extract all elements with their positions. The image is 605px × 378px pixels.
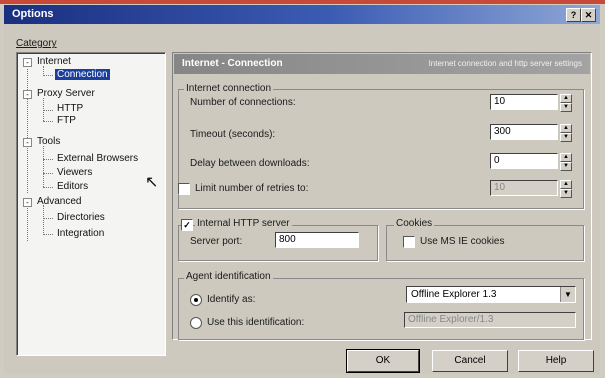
tree-collapse-icon[interactable]: - [23, 198, 32, 207]
help-button[interactable]: Help [518, 350, 594, 372]
connections-label: Number of connections: [190, 97, 296, 108]
spin-down-icon[interactable]: ▼ [560, 103, 572, 112]
tree-item-external-browsers[interactable]: External Browsers [57, 153, 138, 164]
tree-item-connection[interactable]: Connection [55, 69, 110, 80]
tree-item-editors[interactable]: Editors [57, 181, 88, 192]
category-label: Category [16, 38, 57, 49]
tree-item-proxy-server[interactable]: Proxy Server [37, 88, 95, 99]
timeout-label: Timeout (seconds): [190, 129, 276, 140]
panel-subtitle: Internet connection and http server sett… [428, 59, 582, 68]
delay-label: Delay between downloads: [190, 158, 310, 169]
tree-item-ftp[interactable]: FTP [57, 115, 76, 126]
spin-up-icon[interactable]: ▲ [560, 153, 572, 162]
limit-retries-label: Limit number of retries to: [195, 183, 309, 194]
spin-down-icon[interactable]: ▼ [560, 189, 572, 198]
spin-up-icon[interactable]: ▲ [560, 180, 572, 189]
window-title: Options [12, 8, 54, 20]
tree-item-viewers[interactable]: Viewers [57, 167, 92, 178]
tree-item-tools[interactable]: Tools [37, 136, 60, 147]
tree-item-http[interactable]: HTTP [57, 103, 83, 114]
panel-header: Internet - Connection Internet connectio… [174, 54, 590, 74]
tree-collapse-icon[interactable]: - [23, 58, 32, 67]
internet-connection-title: Internet connection [184, 83, 274, 94]
spin-down-icon[interactable]: ▼ [560, 162, 572, 171]
identify-as-value: Offline Explorer 1.3 [411, 289, 497, 300]
panel-title: Internet - Connection [182, 58, 283, 69]
identify-as-radio[interactable] [190, 294, 202, 306]
custom-identification-field[interactable]: Offline Explorer/1.3 [404, 312, 576, 328]
identify-as-dropdown[interactable]: Offline Explorer 1.3 ▼ [406, 286, 576, 303]
window-top-edge [0, 0, 605, 4]
tree-item-integration[interactable]: Integration [57, 228, 104, 239]
cancel-button[interactable]: Cancel [432, 350, 508, 372]
category-tree[interactable]: - Internet Connection - Proxy Server HTT… [16, 52, 166, 356]
retries-spinner[interactable]: ▲ ▼ [560, 180, 572, 198]
tree-collapse-icon[interactable]: - [23, 90, 32, 99]
spin-up-icon[interactable]: ▲ [560, 124, 572, 133]
tree-collapse-icon[interactable]: - [23, 138, 32, 147]
identify-as-label: Identify as: [207, 294, 256, 305]
retries-field[interactable]: 10 [490, 180, 558, 196]
spin-down-icon[interactable]: ▼ [560, 133, 572, 142]
server-port-field[interactable]: 800 [275, 232, 359, 248]
title-bar[interactable]: Options ? ✕ [4, 5, 600, 24]
tree-item-directories[interactable]: Directories [57, 212, 105, 223]
spin-up-icon[interactable]: ▲ [560, 94, 572, 103]
delay-spinner[interactable]: ▲ ▼ [560, 153, 572, 171]
ms-ie-cookies-checkbox[interactable] [403, 236, 415, 248]
tree-item-advanced[interactable]: Advanced [37, 196, 81, 207]
ok-button[interactable]: OK [346, 349, 420, 373]
help-icon[interactable]: ? [566, 8, 581, 22]
agent-identification-title: Agent identification [184, 271, 273, 282]
connections-spinner[interactable]: ▲ ▼ [560, 94, 572, 112]
chevron-down-icon[interactable]: ▼ [560, 287, 575, 302]
mouse-pointer-icon: ↖ [145, 174, 159, 191]
delay-field[interactable]: 0 [490, 153, 558, 169]
timeout-field[interactable]: 300 [490, 124, 558, 140]
tree-item-internet[interactable]: Internet [37, 56, 71, 67]
custom-identification-radio[interactable] [190, 317, 202, 329]
custom-identification-label: Use this identification: [207, 317, 305, 328]
cookies-title: Cookies [394, 218, 435, 229]
http-server-checkbox[interactable]: ✓ [181, 219, 193, 231]
http-server-label: Internal HTTP server [195, 218, 292, 229]
timeout-spinner[interactable]: ▲ ▼ [560, 124, 572, 142]
connections-field[interactable]: 10 [490, 94, 558, 110]
close-icon[interactable]: ✕ [581, 8, 596, 22]
ms-ie-cookies-label: Use MS IE cookies [420, 236, 505, 247]
limit-retries-checkbox[interactable] [178, 183, 190, 195]
server-port-label: Server port: [190, 236, 243, 247]
